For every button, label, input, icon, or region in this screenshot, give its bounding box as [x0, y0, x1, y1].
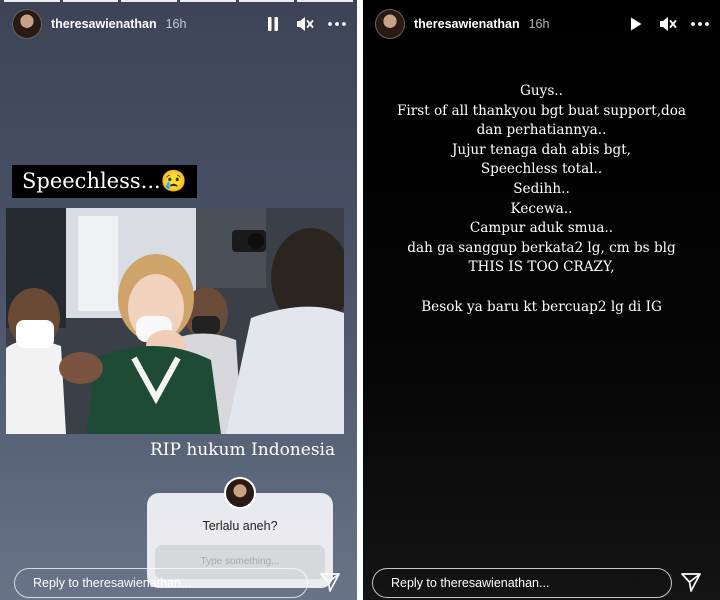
story-controls: [626, 14, 710, 34]
caption-text: Speechless...: [22, 169, 161, 193]
avatar[interactable]: [12, 9, 42, 39]
story-text-line: THIS IS TOO CRAZY,: [468, 259, 615, 276]
send-paper-plane-icon[interactable]: [680, 571, 702, 593]
question-text: Terlalu aneh?: [202, 519, 278, 533]
reply-input[interactable]: Reply to theresawienathan...: [14, 568, 308, 598]
story-text-line: Jujur tenaga dah abis bgt,: [451, 141, 631, 158]
story-text-line: Sedihh..: [513, 180, 570, 197]
story-text-line: Besok ya baru kt bercuap2 lg di IG: [421, 298, 662, 315]
post-time: 16h: [528, 17, 550, 31]
story-text-line: Campur aduk smua..: [469, 220, 614, 237]
crying-face-emoji: 😢: [160, 169, 187, 193]
send-paper-plane-icon[interactable]: [319, 571, 341, 593]
speaker-muted-icon[interactable]: [295, 14, 315, 34]
story-text-line: dah ga sanggup berkata2 lg, cm bs blg: [407, 239, 676, 256]
story-text-line: [363, 278, 720, 298]
story-panel-right[interactable]: theresawienathan 16h Guys.. First of all…: [363, 0, 720, 600]
story-text-line: First of all thankyou bgt buat support,d…: [396, 102, 687, 119]
more-options-icon[interactable]: [690, 14, 710, 34]
story-controls: [263, 14, 347, 34]
story-text-line: Kecewa..: [510, 200, 573, 217]
sticker-avatar: [224, 477, 256, 509]
more-options-icon[interactable]: [327, 14, 347, 34]
photo-caption: RIP hukum Indonesia: [150, 440, 336, 460]
caption-sticker: Speechless...😢: [12, 165, 197, 198]
progress-segment: [238, 0, 295, 2]
username[interactable]: theresawienathan: [414, 17, 520, 31]
story-panel-left[interactable]: theresawienathan 16h Speechless...😢 RIP …: [0, 0, 357, 600]
progress-segment: [180, 0, 236, 2]
story-text-line: Guys..: [520, 83, 563, 99]
post-time: 16h: [165, 17, 187, 31]
story-progress-bar: [4, 0, 354, 2]
progress-segment: [62, 0, 119, 2]
progress-segment: [4, 0, 60, 2]
story-header: theresawienathan 16h: [375, 6, 710, 42]
pause-icon[interactable]: [263, 14, 283, 34]
story-text-line: dan perhatiannya..: [476, 122, 607, 139]
story-text-line: Speechless total..: [480, 161, 603, 178]
avatar[interactable]: [375, 9, 405, 39]
photo-illustration: [6, 208, 344, 434]
progress-segment: [297, 0, 354, 2]
story-header: theresawienathan 16h: [12, 6, 347, 42]
username[interactable]: theresawienathan: [51, 17, 157, 31]
reply-input[interactable]: Reply to theresawienathan...: [372, 568, 672, 598]
story-photo: [6, 208, 344, 434]
story-text-block: Guys.. First of all thankyou bgt buat su…: [363, 82, 720, 317]
speaker-muted-icon[interactable]: [658, 14, 678, 34]
play-icon[interactable]: [626, 14, 646, 34]
progress-segment: [121, 0, 178, 2]
